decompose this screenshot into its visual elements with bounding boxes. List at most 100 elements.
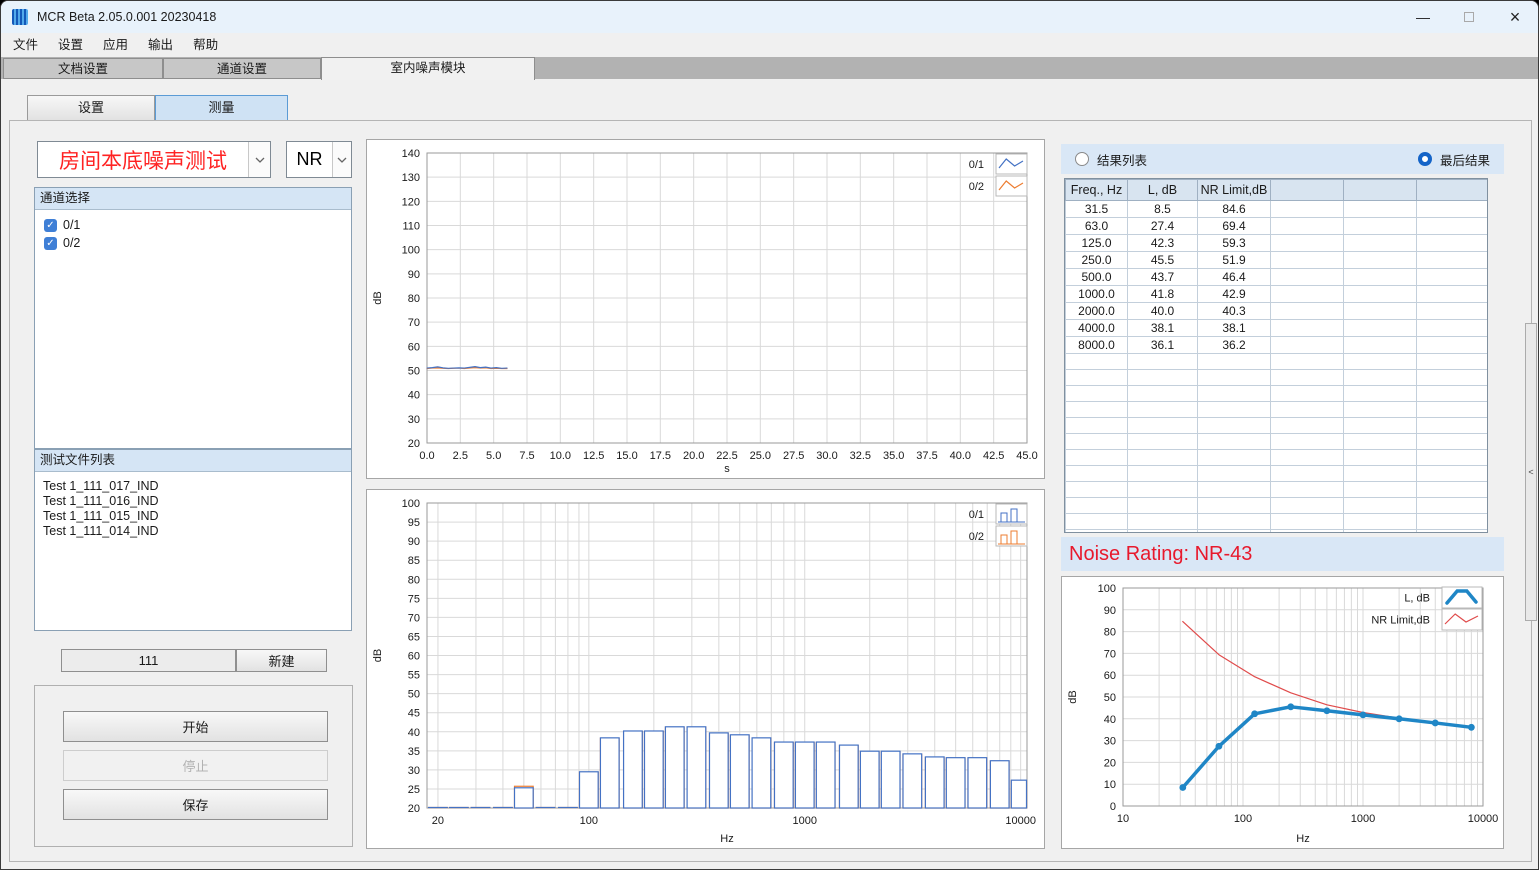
stop-button[interactable]: 停止: [63, 750, 328, 781]
main-tab-3[interactable]: 室内噪声模块: [321, 57, 535, 80]
table-cell: [1271, 320, 1344, 337]
table-cell: 38.1: [1198, 320, 1271, 337]
table-cell: 38.1: [1128, 320, 1198, 337]
radio-icon[interactable]: [1418, 152, 1432, 166]
table-cell: 36.2: [1198, 337, 1271, 354]
table-cell: [1417, 286, 1489, 303]
table-cell: [1066, 370, 1128, 386]
table-cell: [1066, 530, 1128, 534]
table-cell: [1417, 252, 1489, 269]
radio-icon[interactable]: [1075, 152, 1089, 166]
table-cell: [1198, 466, 1271, 482]
menu-item-3[interactable]: 应用: [93, 33, 138, 57]
menu-item-4[interactable]: 输出: [138, 33, 183, 57]
table-cell: [1344, 402, 1417, 418]
table-cell: [1128, 434, 1198, 450]
svg-text:110: 110: [402, 221, 420, 233]
table-cell: [1417, 269, 1489, 286]
result-table-column: [1271, 180, 1344, 201]
panel-collapse-handle[interactable]: <: [1525, 323, 1537, 621]
table-cell: [1271, 498, 1344, 514]
time-history-chart: 20304050607080901001101201301400.02.55.0…: [366, 139, 1045, 479]
table-cell: 8000.0: [1066, 337, 1128, 354]
table-cell: [1271, 370, 1344, 386]
app-window: MCR Beta 2.05.0.001 20230418 — × 文件设置应用输…: [0, 0, 1539, 870]
chevron-down-icon[interactable]: [332, 142, 351, 177]
sub-tab-2[interactable]: 测量: [155, 95, 288, 121]
menu-item-1[interactable]: 文件: [3, 33, 48, 57]
table-row: 2000.040.040.3: [1066, 303, 1489, 320]
channel-item-2[interactable]: ✓ 0/2: [35, 234, 351, 252]
svg-text:10: 10: [1104, 779, 1116, 791]
table-cell: [1128, 466, 1198, 482]
chevron-down-icon[interactable]: [248, 142, 270, 177]
table-cell: [1198, 386, 1271, 402]
svg-text:0/1: 0/1: [969, 159, 984, 171]
svg-text:25.0: 25.0: [750, 450, 771, 462]
table-cell: [1128, 386, 1198, 402]
maximize-button[interactable]: [1446, 1, 1492, 33]
table-cell: [1271, 235, 1344, 252]
table-cell: [1344, 418, 1417, 434]
channel-select-header: 通道选择: [35, 188, 351, 210]
checkbox-icon[interactable]: ✓: [44, 237, 57, 250]
svg-text:NR Limit,dB: NR Limit,dB: [1371, 615, 1430, 627]
table-cell: [1344, 514, 1417, 530]
start-button[interactable]: 开始: [63, 711, 328, 742]
test-type-combo[interactable]: 房间本底噪声测试: [37, 141, 271, 178]
table-cell: [1271, 286, 1344, 303]
table-cell: [1417, 218, 1489, 235]
svg-text:80: 80: [408, 574, 420, 586]
channel-item-1[interactable]: ✓0/1: [35, 216, 351, 234]
radio-last-result[interactable]: 最后结果: [1418, 150, 1490, 169]
svg-text:10000: 10000: [1468, 813, 1499, 825]
svg-text:10000: 10000: [1005, 815, 1036, 827]
svg-text:35.0: 35.0: [883, 450, 904, 462]
menu-item-5[interactable]: 帮助: [183, 33, 228, 57]
new-button[interactable]: 新建: [236, 649, 327, 672]
chevron-left-icon: <: [1528, 467, 1533, 477]
sub-tab-1[interactable]: 设置: [27, 95, 155, 121]
table-row: [1066, 418, 1489, 434]
table-cell: [1417, 370, 1489, 386]
file-list-item[interactable]: Test 1_111_017_IND: [35, 479, 351, 494]
main-tab-1[interactable]: 文档设置: [3, 58, 163, 79]
main-tab-2[interactable]: 通道设置: [163, 58, 321, 79]
checkbox-icon[interactable]: ✓: [44, 219, 57, 232]
svg-text:22.5: 22.5: [716, 450, 737, 462]
file-list-item[interactable]: Test 1_111_015_IND: [35, 509, 351, 524]
minimize-button[interactable]: —: [1400, 1, 1446, 33]
table-cell: [1271, 402, 1344, 418]
svg-text:40: 40: [1104, 714, 1116, 726]
table-row: [1066, 354, 1489, 370]
close-button[interactable]: ×: [1492, 1, 1538, 33]
table-row: 8000.036.136.2: [1066, 337, 1489, 354]
table-cell: [1344, 218, 1417, 235]
table-cell: [1417, 201, 1489, 218]
svg-text:5.0: 5.0: [486, 450, 501, 462]
table-row: 63.027.469.4: [1066, 218, 1489, 235]
table-row: 1000.041.842.9: [1066, 286, 1489, 303]
table-cell: [1271, 354, 1344, 370]
radio-result-list[interactable]: 结果列表: [1075, 150, 1147, 169]
table-cell: [1344, 252, 1417, 269]
file-list-item[interactable]: Test 1_111_016_IND: [35, 494, 351, 509]
menu-item-2[interactable]: 设置: [48, 33, 93, 57]
svg-text:20: 20: [408, 438, 420, 450]
result-table-column: [1417, 180, 1489, 201]
table-cell: [1198, 354, 1271, 370]
table-cell: [1066, 386, 1128, 402]
table-cell: 1000.0: [1066, 286, 1128, 303]
svg-text:30: 30: [1104, 736, 1116, 748]
svg-text:Hz: Hz: [1296, 833, 1309, 845]
title-bar[interactable]: MCR Beta 2.05.0.001 20230418 — ×: [1, 1, 1538, 33]
file-list-item[interactable]: Test 1_111_014_IND: [35, 524, 351, 539]
table-cell: [1128, 402, 1198, 418]
channel-label: 0/2: [63, 236, 80, 250]
save-button[interactable]: 保存: [63, 789, 328, 820]
svg-text:32.5: 32.5: [850, 450, 871, 462]
noise-rating-chart: 010203040506070809010010100100010000HzdB…: [1061, 576, 1504, 849]
svg-text:100: 100: [1234, 813, 1252, 825]
file-name-input[interactable]: 111: [61, 649, 236, 672]
rating-type-combo[interactable]: NR: [286, 141, 352, 178]
